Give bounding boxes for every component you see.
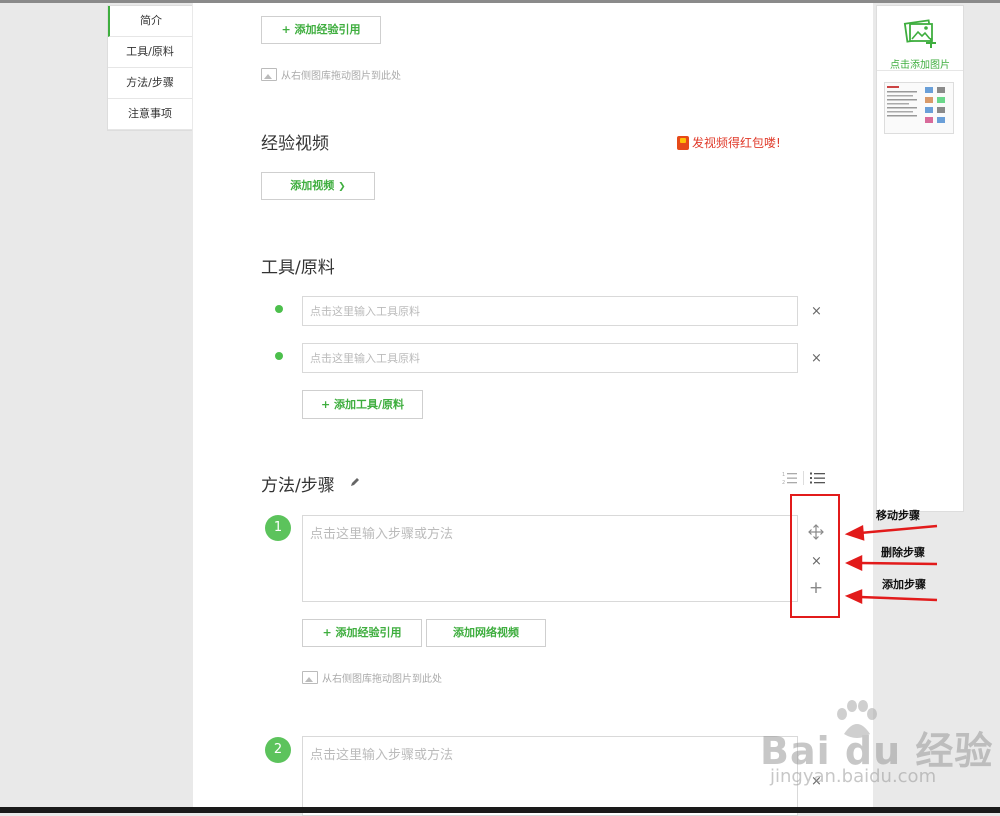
annotation-add-step: 添加步骤: [882, 578, 926, 591]
annotation-arrows: [844, 524, 938, 604]
watermark-url: jingyan.baidu.com: [770, 766, 937, 787]
annotation-move-step: 移动步骤: [876, 509, 920, 522]
annotation-delete-step: 删除步骤: [881, 546, 925, 559]
bottom-bar: [0, 807, 1000, 813]
